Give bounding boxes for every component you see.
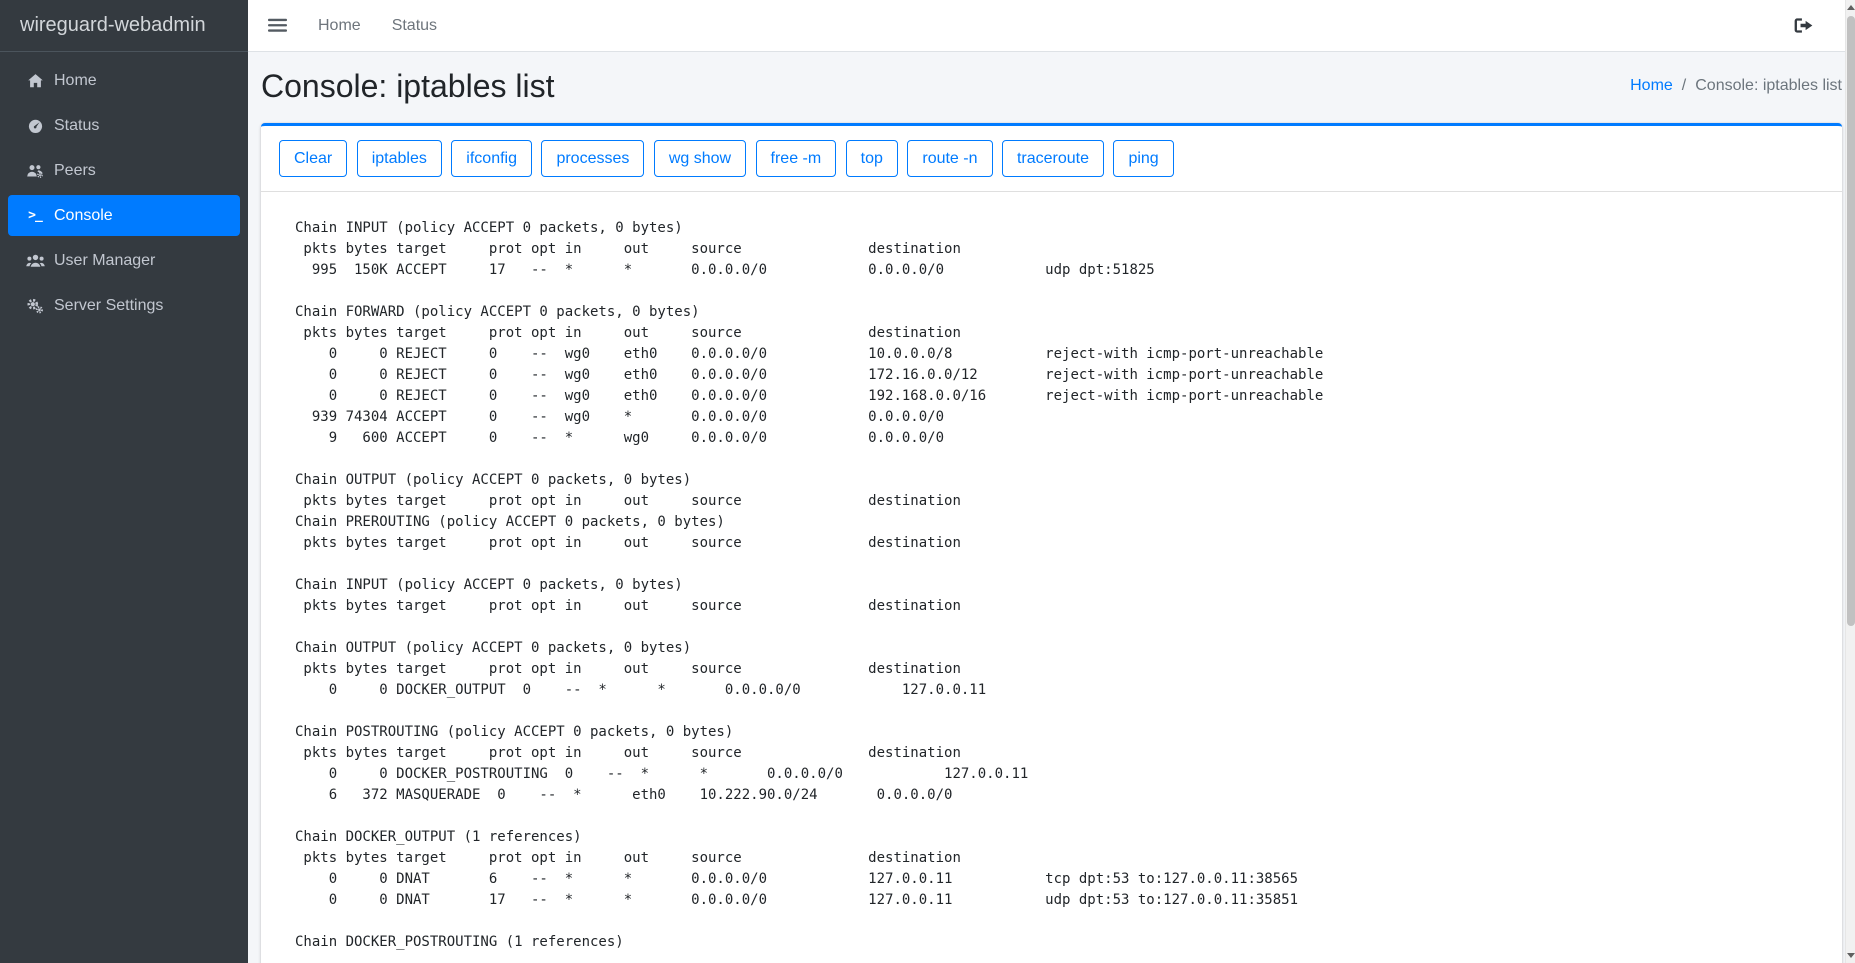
breadcrumb-separator: / <box>1673 77 1695 95</box>
wg-show-button[interactable]: wg show <box>654 140 746 177</box>
console-output-container: Chain INPUT (policy ACCEPT 0 packets, 0 … <box>261 192 1842 963</box>
top-button[interactable]: top <box>846 140 898 177</box>
ping-button[interactable]: ping <box>1113 140 1173 177</box>
cogs-icon <box>22 298 48 314</box>
sidebar-item-console[interactable]: >_ Console <box>8 195 240 236</box>
traceroute-button[interactable]: traceroute <box>1002 140 1104 177</box>
sidebar-item-label: Home <box>54 72 97 90</box>
breadcrumb-current: Console: iptables list <box>1695 77 1842 95</box>
sidebar-nav: Home Status <box>0 52 248 338</box>
sidebar-item-peers[interactable]: Peers <box>8 150 240 191</box>
sidebar-item-user-manager[interactable]: User Manager <box>8 240 240 281</box>
sidebar-item-status[interactable]: Status <box>8 105 240 146</box>
terminal-icon: >_ <box>22 208 48 223</box>
top-navbar: Home Status <box>248 0 1855 52</box>
tachometer-icon <box>22 118 48 134</box>
route-n-button[interactable]: route -n <box>907 140 992 177</box>
ifconfig-button[interactable]: ifconfig <box>451 140 532 177</box>
brand-text: wireguard-webadmin <box>20 14 206 37</box>
brand-link[interactable]: wireguard-webadmin <box>0 0 248 52</box>
content-wrapper: Console: iptables list Home / Console: i… <box>248 52 1855 963</box>
hamburger-icon <box>268 18 287 33</box>
sign-out-icon <box>1794 17 1813 34</box>
sidebar-item-label: Status <box>54 117 99 135</box>
navbar-link-home[interactable]: Home <box>318 17 361 35</box>
sidebar-item-home[interactable]: Home <box>8 60 240 101</box>
sidebar-item-label: Console <box>54 207 113 225</box>
console-card: Clear iptables ifconfig processes wg sho… <box>261 123 1842 963</box>
iptables-button[interactable]: iptables <box>357 140 442 177</box>
content-header: Console: iptables list Home / Console: i… <box>261 67 1842 123</box>
sidebar-item-label: User Manager <box>54 252 155 270</box>
scrollbar-up-arrow-icon[interactable] <box>1847 5 1855 10</box>
sidebar: wireguard-webadmin Home Status <box>0 0 248 963</box>
logout-button[interactable] <box>1794 17 1813 34</box>
navbar-link-status[interactable]: Status <box>392 17 437 35</box>
console-toolbar: Clear iptables ifconfig processes wg sho… <box>261 126 1842 192</box>
page-scrollbar[interactable] <box>1845 0 1855 963</box>
processes-button[interactable]: processes <box>541 140 644 177</box>
main-area: Home Status Console: iptables list Home … <box>248 0 1855 963</box>
home-icon <box>22 73 48 89</box>
free-m-button[interactable]: free -m <box>756 140 837 177</box>
scrollbar-thumb[interactable] <box>1847 16 1855 626</box>
scrollbar-down-arrow-icon[interactable] <box>1847 953 1855 958</box>
sidebar-item-label: Peers <box>54 162 96 180</box>
page-title: Console: iptables list <box>261 67 554 105</box>
console-output: Chain INPUT (policy ACCEPT 0 packets, 0 … <box>279 218 1824 953</box>
app-root: wireguard-webadmin Home Status <box>0 0 1855 963</box>
users-icon <box>22 253 48 269</box>
breadcrumb: Home / Console: iptables list <box>1630 77 1842 95</box>
sidebar-item-server-settings[interactable]: Server Settings <box>8 285 240 326</box>
users-gear-icon <box>22 163 48 179</box>
sidebar-toggle-button[interactable] <box>268 18 287 33</box>
sidebar-item-label: Server Settings <box>54 297 163 315</box>
breadcrumb-home-link[interactable]: Home <box>1630 77 1673 95</box>
clear-button[interactable]: Clear <box>279 140 347 177</box>
